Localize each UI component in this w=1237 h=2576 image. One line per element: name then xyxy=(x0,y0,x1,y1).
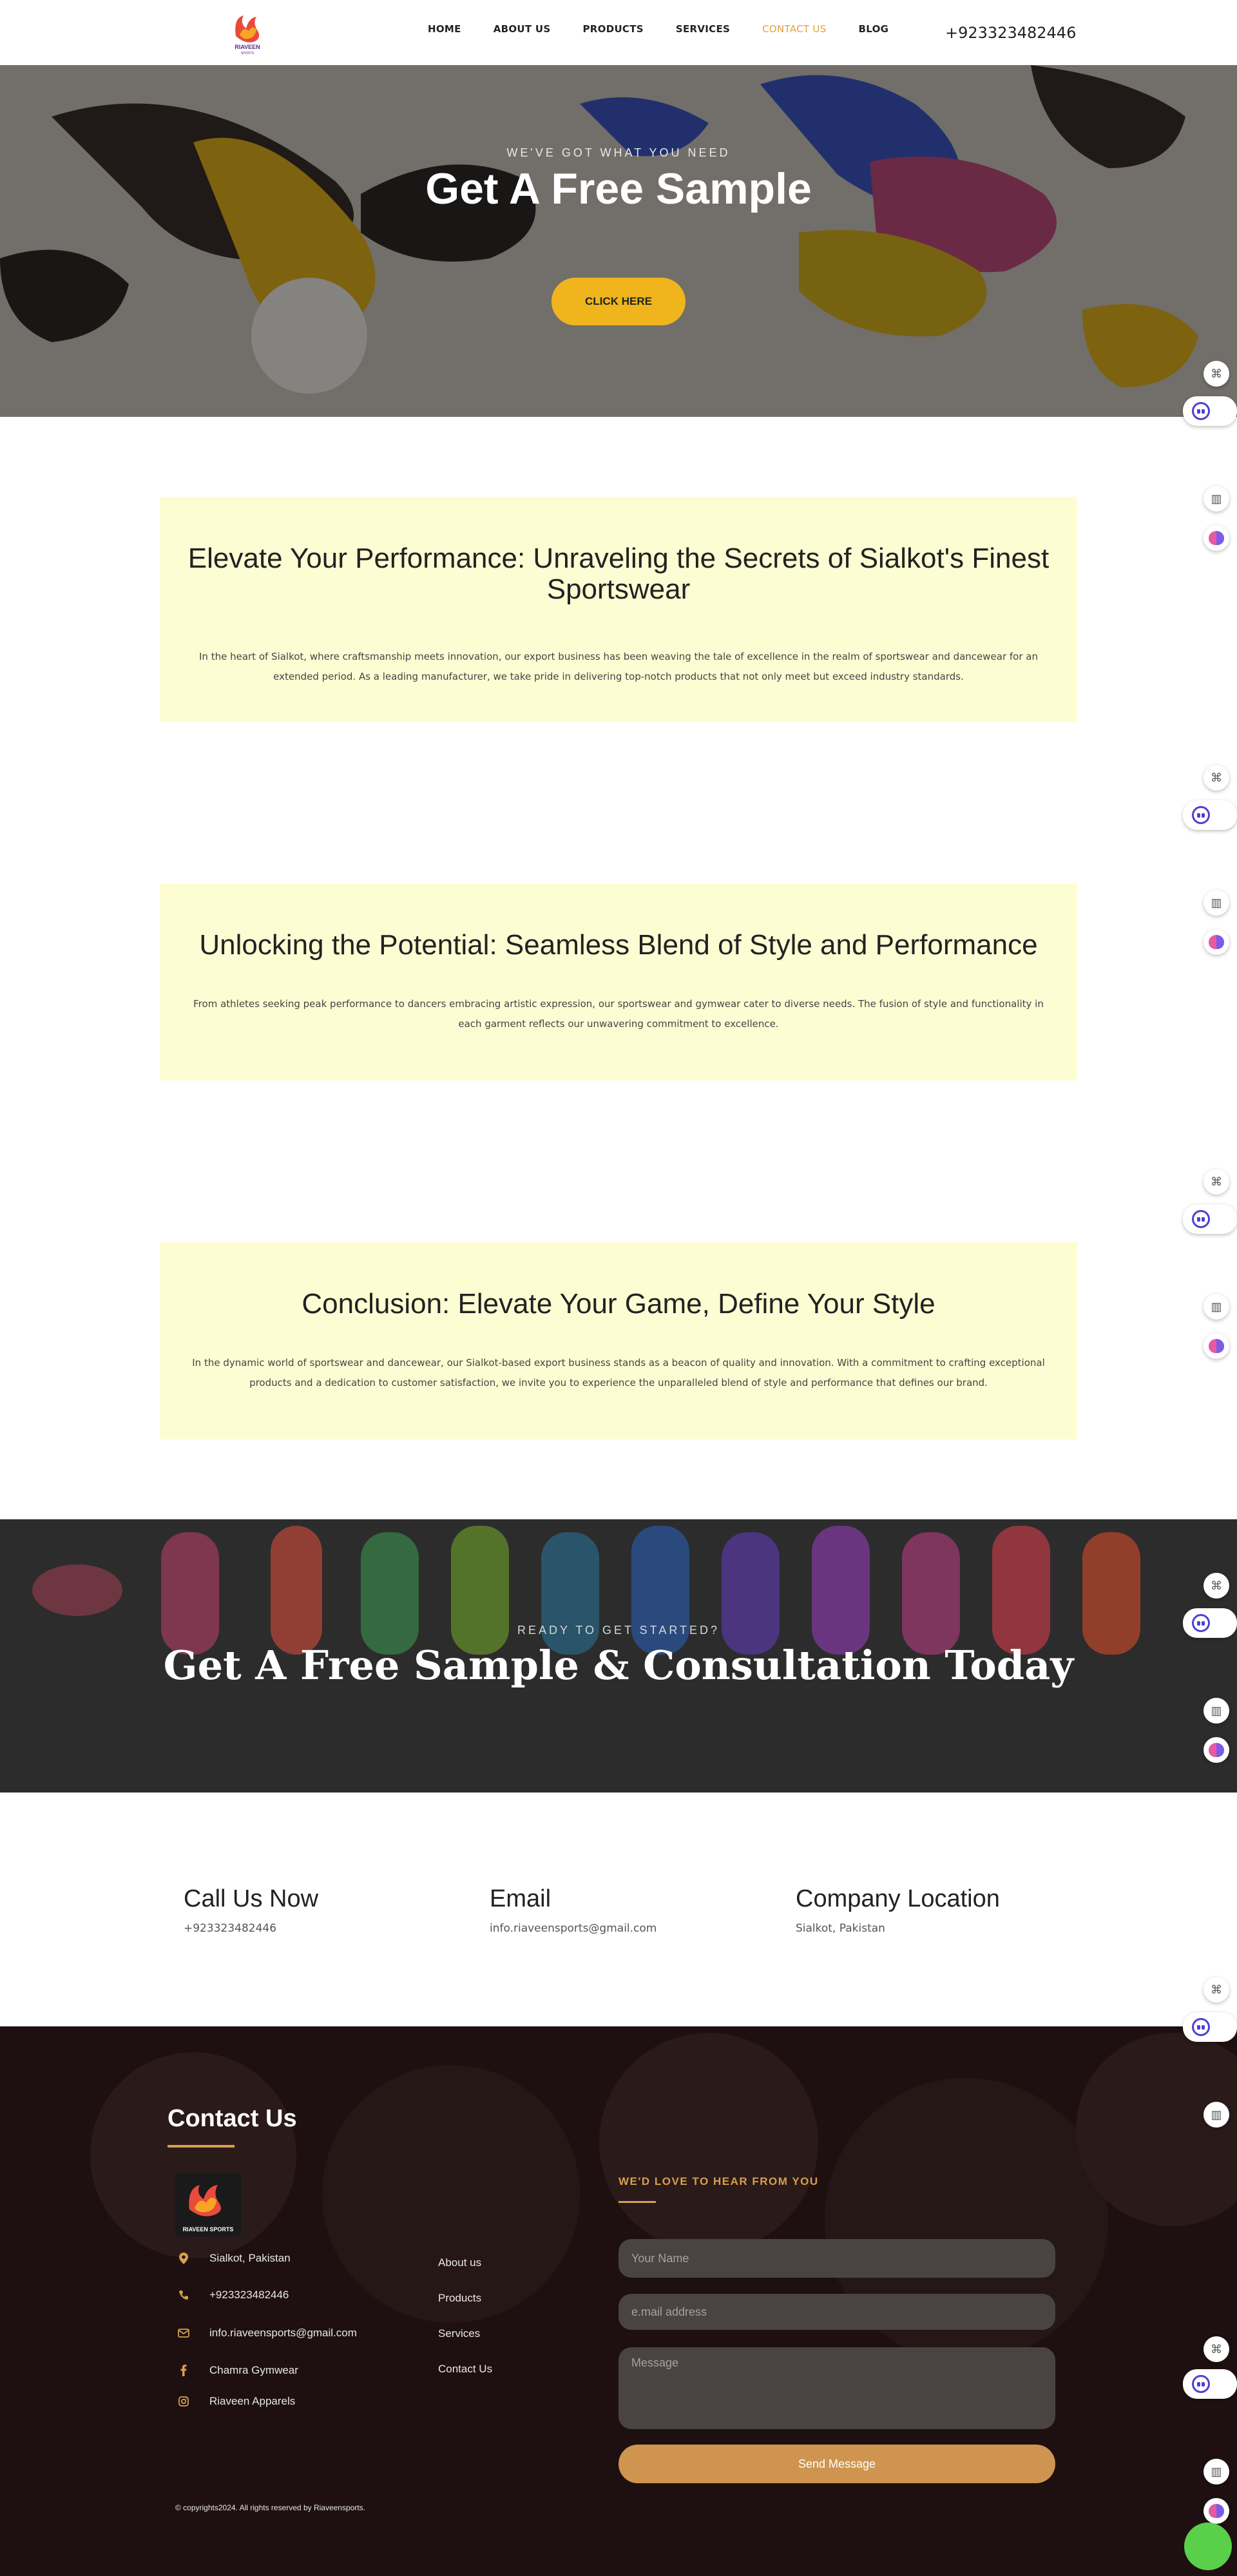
email-icon xyxy=(174,2326,193,2340)
assistant-face-icon xyxy=(1192,2375,1210,2393)
grid-tool-icon[interactable]: ⌘ xyxy=(1203,1169,1229,1195)
phone-icon xyxy=(174,2288,193,2302)
email-heading: Email xyxy=(490,1885,551,1912)
band-title: Get A Free Sample & Consultation Today xyxy=(163,1642,1074,1689)
hero-banner: WE'VE GOT WHAT YOU NEED Get A Free Sampl… xyxy=(0,65,1237,417)
hero-cta-button[interactable]: CLICK HERE xyxy=(551,278,686,325)
footer-phone[interactable]: +923323482446 xyxy=(174,2288,289,2302)
footer-facebook[interactable]: Chamra Gymwear xyxy=(174,2363,298,2378)
assistant-face-widget[interactable] xyxy=(1183,1608,1237,1638)
grid-tool-icon[interactable]: ⌘ xyxy=(1203,1977,1229,2003)
footer-address: Sialkot, Pakistan xyxy=(174,2251,291,2265)
svg-text:SPORTS: SPORTS xyxy=(241,52,254,55)
location-block: Company Location Sialkot, Pakistan xyxy=(796,1885,1000,1935)
email-value[interactable]: info.riaveensports@gmail.com xyxy=(490,1922,657,1935)
form-kicker: WE'D LOVE TO HEAR FROM YOU xyxy=(618,2175,819,2187)
reader-tool-icon[interactable]: ▥ xyxy=(1203,486,1229,512)
hero-kicker: WE'VE GOT WHAT YOU NEED xyxy=(506,146,731,159)
brain-tool-button[interactable] xyxy=(1203,1737,1229,1763)
section-heading: Conclusion: Elevate Your Game, Define Yo… xyxy=(302,1288,935,1320)
brain-icon xyxy=(1209,1743,1224,1757)
section-body: In the heart of Sialkot, where craftsman… xyxy=(199,650,1038,682)
brain-icon xyxy=(1209,1339,1224,1353)
sports-silhouettes-illustration xyxy=(32,1526,1140,1655)
brain-tool-button[interactable] xyxy=(1203,525,1229,551)
location-heading: Company Location xyxy=(796,1885,1000,1912)
footer-link-contact-us[interactable]: Contact Us xyxy=(438,2363,492,2376)
brain-icon xyxy=(1209,935,1224,949)
nav-blog[interactable]: BLOG xyxy=(859,23,889,35)
reader-tool-icon[interactable]: ▥ xyxy=(1203,2459,1229,2485)
content-section-2: Unlocking the Potential: Seamless Blend … xyxy=(160,883,1077,1081)
nav-products[interactable]: PRODUCTS xyxy=(583,23,644,35)
reader-tool-icon[interactable]: ▥ xyxy=(1203,2102,1229,2128)
call-us-value[interactable]: +923323482446 xyxy=(184,1922,318,1935)
reader-tool-icon[interactable]: ▥ xyxy=(1203,1698,1229,1724)
instagram-icon xyxy=(174,2394,193,2408)
section-heading: Unlocking the Potential: Seamless Blend … xyxy=(199,929,1038,961)
footer-title: Contact Us xyxy=(168,2105,297,2132)
grid-tool-icon[interactable]: ⌘ xyxy=(1203,361,1229,387)
section-body: In the dynamic world of sportswear and d… xyxy=(192,1357,1045,1389)
grid-tool-icon[interactable]: ⌘ xyxy=(1203,765,1229,791)
send-message-button[interactable]: Send Message xyxy=(618,2445,1055,2483)
map-pin-icon xyxy=(174,2251,193,2265)
whatsapp-chat-button[interactable] xyxy=(1184,2523,1232,2570)
content-section-3: Conclusion: Elevate Your Game, Define Yo… xyxy=(160,1242,1077,1439)
footer-link-products[interactable]: Products xyxy=(438,2292,481,2305)
section-heading: Elevate Your Performance: Unraveling the… xyxy=(187,543,1050,606)
site-header: RIAVEEN SPORTS HOME ABOUT US PRODUCTS SE… xyxy=(0,0,1237,65)
assistant-face-icon xyxy=(1192,1210,1210,1228)
footer-link-services[interactable]: Services xyxy=(438,2327,480,2340)
call-us-block: Call Us Now +923323482446 xyxy=(184,1885,318,1935)
email-block: Email info.riaveensports@gmail.com xyxy=(490,1885,657,1935)
footer-logo: RIAVEEN SPORTS xyxy=(175,2173,241,2236)
section-body: From athletes seeking peak performance t… xyxy=(193,998,1044,1030)
brain-tool-button[interactable] xyxy=(1203,929,1229,955)
content-section-1: Elevate Your Performance: Unraveling the… xyxy=(160,497,1077,722)
call-us-heading: Call Us Now xyxy=(184,1885,319,1912)
assistant-face-widget[interactable] xyxy=(1183,800,1237,830)
assistant-face-widget[interactable] xyxy=(1183,2012,1237,2042)
header-phone[interactable]: +923323482446 xyxy=(945,24,1076,42)
assistant-face-widget[interactable] xyxy=(1183,2369,1237,2399)
svg-text:RIAVEEN SPORTS: RIAVEEN SPORTS xyxy=(183,2226,234,2233)
copyright-text: © copyrights2024. All rights reserved by… xyxy=(175,2503,365,2512)
brain-tool-button[interactable] xyxy=(1203,1333,1229,1359)
assistant-face-icon xyxy=(1192,402,1210,420)
assistant-face-icon xyxy=(1192,2018,1210,2036)
band-kicker: READY TO GET STARTED? xyxy=(517,1624,720,1637)
svg-text:RIAVEEN: RIAVEEN xyxy=(235,44,260,50)
email-input[interactable] xyxy=(618,2294,1055,2330)
grid-tool-icon[interactable]: ⌘ xyxy=(1203,2336,1229,2362)
facebook-icon xyxy=(174,2363,193,2378)
brain-icon xyxy=(1209,2504,1224,2518)
name-input[interactable] xyxy=(618,2239,1055,2278)
assistant-face-icon xyxy=(1192,1614,1210,1632)
brain-icon xyxy=(1209,531,1224,545)
footer-link-about-us[interactable]: About us xyxy=(438,2256,481,2269)
cta-band: READY TO GET STARTED? Get A Free Sample … xyxy=(0,1519,1237,1793)
assistant-face-widget[interactable] xyxy=(1183,396,1237,426)
main-nav: HOME ABOUT US PRODUCTS SERVICES CONTACT … xyxy=(428,23,921,35)
footer-instagram[interactable]: Riaveen Apparels xyxy=(174,2394,295,2408)
reader-tool-icon[interactable]: ▥ xyxy=(1203,890,1229,916)
nav-services[interactable]: SERVICES xyxy=(676,23,730,35)
nav-contact-us[interactable]: CONTACT US xyxy=(762,23,826,35)
location-value: Sialkot, Pakistan xyxy=(796,1922,885,1935)
brand-logo[interactable]: RIAVEEN SPORTS xyxy=(227,9,268,55)
grid-tool-icon[interactable]: ⌘ xyxy=(1203,1573,1229,1599)
nav-about-us[interactable]: ABOUT US xyxy=(494,23,551,35)
brain-tool-button[interactable] xyxy=(1203,2498,1229,2524)
hero-title: Get A Free Sample xyxy=(425,164,812,213)
assistant-face-widget[interactable] xyxy=(1183,1204,1237,1234)
nav-home[interactable]: HOME xyxy=(428,23,461,35)
reader-tool-icon[interactable]: ▥ xyxy=(1203,1294,1229,1320)
footer-email[interactable]: info.riaveensports@gmail.com xyxy=(174,2326,357,2340)
assistant-face-icon xyxy=(1192,806,1210,824)
message-textarea[interactable] xyxy=(618,2347,1055,2429)
